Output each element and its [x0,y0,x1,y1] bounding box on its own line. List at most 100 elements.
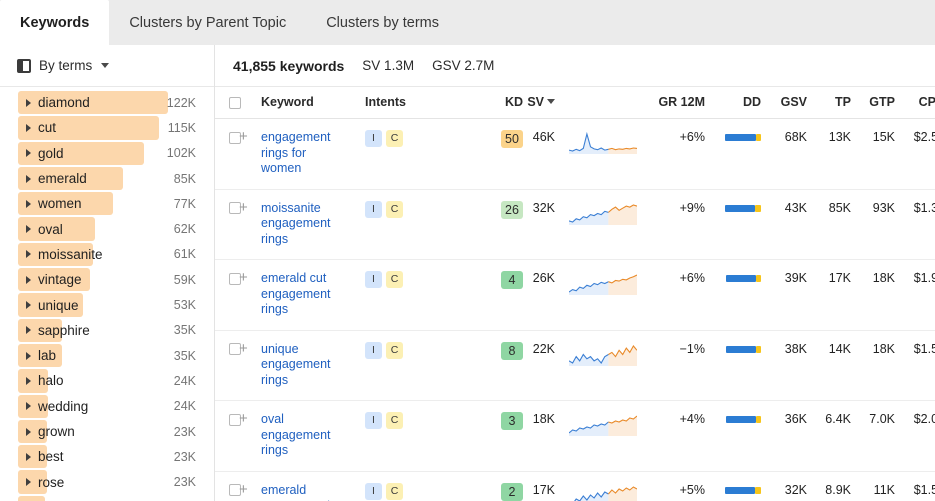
row-select-cell[interactable] [215,259,241,331]
intent-informational-badge[interactable]: I [365,271,382,288]
row-select-cell[interactable] [215,330,241,401]
intent-commercial-badge[interactable]: C [386,482,403,500]
chevron-right-icon[interactable] [26,351,31,360]
term-label: vintage [38,272,82,288]
chevron-right-icon[interactable] [26,275,31,284]
chevron-right-icon[interactable] [26,199,31,208]
chevron-right-icon[interactable] [26,478,31,487]
table-row[interactable]: + engagement rings for women I C 50 46K +6% 68K… [215,118,935,190]
sidebar-term-moissanite[interactable]: moissanite 61K [0,242,214,267]
sidebar-term-cut[interactable]: cut 115K [0,115,214,140]
sidebar-term-custom[interactable]: custom22K [0,495,214,501]
sidebar-term-unique[interactable]: unique 53K [0,292,214,317]
table-row[interactable]: + oval engagement rings I C 3 18K +4% 36K 6.4K 7.… [215,400,935,472]
sidebar-term-lab[interactable]: lab 35K [0,343,214,368]
chevron-right-icon[interactable] [26,225,31,234]
header-select-all[interactable] [215,87,241,119]
chevron-right-icon[interactable] [26,250,31,259]
intent-informational-badge[interactable]: I [365,482,382,500]
intent-informational-badge[interactable]: I [365,130,382,147]
table-row[interactable]: + moissanite engagement rings I C 26 32K +9% 43… [215,189,935,260]
row-select-cell[interactable] [215,400,241,472]
keyword-cell[interactable]: emerald engagement rings [261,471,361,501]
intent-commercial-badge[interactable]: C [386,200,403,218]
intent-informational-badge[interactable]: I [365,412,382,429]
intent-informational-badge[interactable]: I [365,341,382,359]
header-cpc[interactable]: CPC [895,87,935,119]
header-gtp[interactable]: GTP [851,87,895,119]
header-gr12m[interactable]: GR 12M [645,87,705,119]
keyword-cell[interactable]: emerald cut engagement rings [261,259,361,331]
chevron-right-icon[interactable] [26,149,31,158]
row-select-cell[interactable] [215,471,241,501]
keyword-link[interactable]: oval engagement rings [261,412,345,459]
row-add-cell[interactable]: + [239,259,261,331]
sidebar-term-best[interactable]: best 23K [0,444,214,469]
intent-commercial-badge[interactable]: C [386,271,403,288]
keyword-cell[interactable]: engagement rings for women [261,118,361,190]
keyword-cell[interactable]: unique engagement rings [261,330,361,401]
header-dd[interactable]: DD [705,87,761,119]
sidebar-term-vintage[interactable]: vintage 59K [0,267,214,292]
sidebar-term-halo[interactable]: halo 24K [0,368,214,393]
sidebar-term-diamond[interactable]: diamond 122K [0,90,214,115]
keyword-link[interactable]: unique engagement rings [261,342,345,389]
select-all-checkbox[interactable] [229,96,241,109]
chevron-right-icon[interactable] [26,376,31,385]
plus-icon[interactable]: + [239,129,248,144]
header-tp[interactable]: TP [807,87,851,119]
dd-bar [725,204,761,212]
sidebar-term-grown[interactable]: grown 23K [0,419,214,444]
intent-commercial-badge[interactable]: C [386,341,403,359]
tab-clusters-by-terms[interactable]: Clusters by terms [306,0,459,45]
intent-commercial-badge[interactable]: C [386,130,403,147]
chevron-right-icon[interactable] [26,301,31,310]
tab-keywords[interactable]: Keywords [0,0,110,45]
keyword-link[interactable]: emerald cut engagement rings [261,271,345,318]
sidebar-term-rose[interactable]: rose 23K [0,469,214,494]
sidebar-term-oval[interactable]: oval 62K [0,216,214,241]
row-add-cell[interactable]: + [239,189,261,260]
keyword-cell[interactable]: moissanite engagement rings [261,189,361,260]
tab-clusters-by-parent-topic[interactable]: Clusters by Parent Topic [109,0,306,45]
chevron-right-icon[interactable] [26,452,31,461]
chevron-right-icon[interactable] [26,123,31,132]
trend-sparkline-cell [561,118,645,190]
sidebar-term-gold[interactable]: gold 102K [0,141,214,166]
chevron-right-icon[interactable] [26,427,31,436]
header-intents[interactable]: Intents [361,87,481,119]
group-by-selector[interactable]: By terms [0,45,214,87]
plus-icon[interactable]: + [239,411,248,426]
row-add-cell[interactable]: + [239,118,261,190]
keyword-cell[interactable]: oval engagement rings [261,400,361,472]
plus-icon[interactable]: + [239,341,248,356]
chevron-right-icon[interactable] [26,402,31,411]
sidebar-term-wedding[interactable]: wedding 24K [0,394,214,419]
table-row[interactable]: + emerald cut engagement rings I C 4 26K +6% 39… [215,259,935,331]
sidebar-term-emerald[interactable]: emerald 85K [0,166,214,191]
keyword-link[interactable]: moissanite engagement rings [261,201,345,248]
plus-icon[interactable]: + [239,482,248,497]
header-sv[interactable]: SV [523,87,561,119]
row-add-cell[interactable]: + [239,330,261,401]
header-kd[interactable]: KD [481,87,523,119]
table-row[interactable]: + unique engagement rings I C 8 22K −1% 38K 14K 1… [215,330,935,401]
intent-informational-badge[interactable]: I [365,200,382,218]
chevron-right-icon[interactable] [26,326,31,335]
row-select-cell[interactable] [215,189,241,260]
header-gsv[interactable]: GSV [761,87,807,119]
keyword-link[interactable]: emerald engagement rings [261,483,345,501]
row-select-cell[interactable] [215,118,241,190]
table-row[interactable]: + emerald engagement rings IC 217K +5% 32K8.9… [215,471,935,501]
plus-icon[interactable]: + [239,270,248,285]
keyword-link[interactable]: engagement rings for women [261,130,345,177]
header-keyword[interactable]: Keyword [261,87,361,119]
row-add-cell[interactable]: + [239,400,261,472]
chevron-right-icon[interactable] [26,174,31,183]
intent-commercial-badge[interactable]: C [386,412,403,429]
row-add-cell[interactable]: + [239,471,261,501]
plus-icon[interactable]: + [239,200,248,215]
chevron-right-icon[interactable] [26,98,31,107]
sidebar-term-women[interactable]: women 77K [0,191,214,216]
sidebar-term-sapphire[interactable]: sapphire 35K [0,318,214,343]
